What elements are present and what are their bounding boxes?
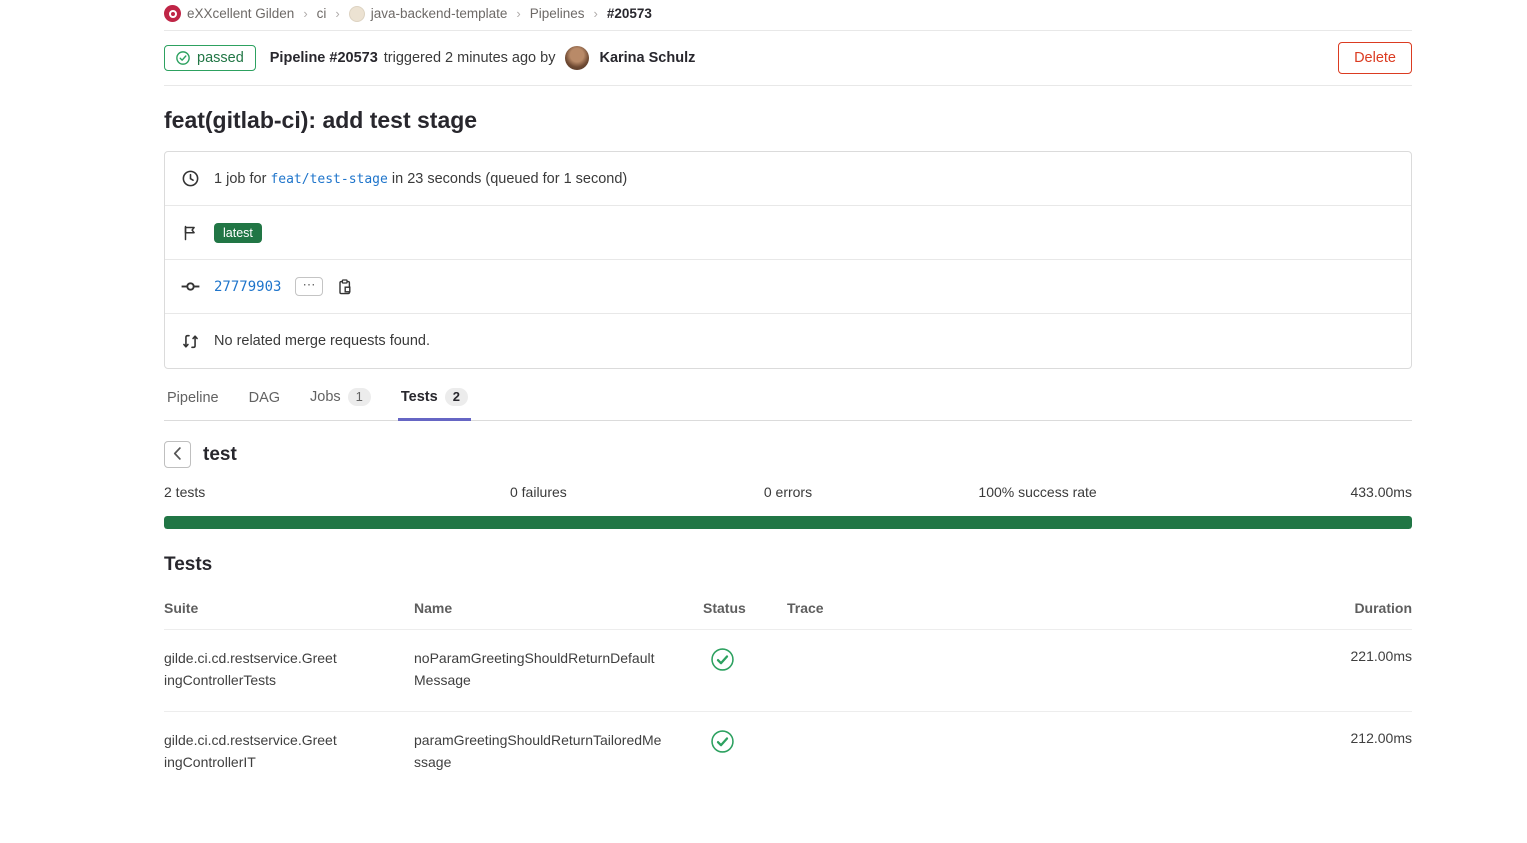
stat-errors: 0 errors	[663, 484, 913, 500]
col-header-trace: Trace	[787, 600, 1282, 616]
success-progress-fill	[164, 516, 1412, 529]
success-progress-bar	[164, 516, 1412, 529]
test-case-name: noParamGreetingShouldReturnDefaultMessag…	[414, 648, 662, 691]
tab-pipeline-label: Pipeline	[167, 390, 219, 406]
back-button[interactable]	[164, 441, 191, 468]
job-summary-text: 1 job for feat/test-stage in 23 seconds …	[214, 171, 627, 187]
commit-row: 27779903 ⋯	[165, 260, 1411, 314]
delete-button[interactable]: Delete	[1338, 42, 1412, 74]
tests-section-heading: Tests	[164, 554, 1412, 576]
pipeline-info-card: 1 job for feat/test-stage in 23 seconds …	[164, 151, 1412, 369]
page-title: feat(gitlab-ci): add test stage	[164, 107, 1412, 134]
test-suite-name: gilde.ci.cd.restservice.GreetingControll…	[164, 648, 339, 691]
test-status-cell	[703, 648, 787, 676]
pipeline-tabs: Pipeline DAG Jobs 1 Tests 2	[164, 380, 1412, 421]
avatar[interactable]	[565, 46, 589, 70]
breadcrumb-project-label: java-backend-template	[371, 6, 508, 21]
test-duration: 221.00ms	[1282, 648, 1412, 664]
tab-jobs[interactable]: Jobs 1	[307, 380, 374, 421]
check-circle-icon	[711, 648, 734, 671]
chevron-right-icon: ›	[303, 6, 307, 21]
chevron-left-icon	[173, 447, 182, 460]
breadcrumb-group[interactable]: eXXcellent Gilden	[164, 5, 294, 22]
test-case-name: paramGreetingShouldReturnTailoredMessage	[414, 730, 662, 773]
status-badge-label: passed	[197, 50, 244, 66]
status-badge[interactable]: passed	[164, 45, 256, 71]
table-row[interactable]: gilde.ci.cd.restservice.GreetingControll…	[164, 630, 1412, 712]
breadcrumb-subgroup-label: ci	[317, 6, 327, 21]
stat-failures: 0 failures	[414, 484, 664, 500]
test-status-cell	[703, 730, 787, 758]
triggered-text: triggered 2 minutes ago by	[384, 50, 556, 66]
project-avatar-icon	[349, 6, 365, 22]
commit-sha-link[interactable]: 27779903	[214, 279, 281, 295]
stat-duration: 433.00ms	[1162, 484, 1412, 500]
test-suite-header: test	[164, 441, 1412, 468]
breadcrumb-pipelines[interactable]: Pipelines	[530, 6, 585, 21]
tab-dag-label: DAG	[249, 390, 280, 406]
merge-request-row: No related merge requests found.	[165, 314, 1411, 368]
breadcrumb-pipeline-id: #20573	[607, 6, 652, 21]
chevron-right-icon: ›	[593, 6, 597, 21]
job-suffix: in 23 seconds (queued for 1 second)	[392, 171, 627, 187]
test-duration: 212.00ms	[1282, 730, 1412, 746]
job-duration-row: 1 job for feat/test-stage in 23 seconds …	[165, 152, 1411, 206]
col-header-suite: Suite	[164, 600, 414, 616]
branch-link[interactable]: feat/test-stage	[270, 172, 387, 187]
latest-badge: latest	[214, 223, 262, 243]
breadcrumb-subgroup[interactable]: ci	[317, 6, 327, 21]
test-suite-name: gilde.ci.cd.restservice.GreetingControll…	[164, 730, 339, 773]
chevron-right-icon: ›	[335, 6, 339, 21]
expand-commit-button[interactable]: ⋯	[295, 277, 323, 296]
tab-tests-label: Tests	[401, 389, 438, 405]
col-header-name: Name	[414, 600, 703, 616]
pipeline-id: Pipeline #20573	[270, 50, 378, 66]
flag-icon	[180, 225, 200, 241]
suite-title: test	[203, 444, 237, 466]
tab-tests[interactable]: Tests 2	[398, 380, 471, 421]
merge-request-arrows-icon	[180, 333, 200, 350]
jobs-count-badge: 1	[348, 388, 371, 406]
commit-icon	[180, 277, 200, 296]
job-prefix: 1 job for	[214, 171, 266, 187]
pipeline-page: eXXcellent Gilden › ci › java-backend-te…	[164, 0, 1412, 794]
check-circle-icon	[711, 730, 734, 753]
pipeline-status-bar: passed Pipeline #20573 triggered 2 minut…	[164, 31, 1412, 86]
pipeline-trigger-info: Pipeline #20573 triggered 2 minutes ago …	[270, 46, 696, 70]
table-row[interactable]: gilde.ci.cd.restservice.GreetingControll…	[164, 712, 1412, 793]
pipeline-flags-row: latest	[165, 206, 1411, 260]
user-name[interactable]: Karina Schulz	[599, 50, 695, 66]
no-merge-requests-text: No related merge requests found.	[214, 333, 430, 349]
tests-count-badge: 2	[445, 388, 468, 406]
copy-sha-button[interactable]	[337, 279, 353, 295]
clock-icon	[180, 170, 200, 187]
breadcrumb-pipelines-label: Pipelines	[530, 6, 585, 21]
stat-total-tests: 2 tests	[164, 484, 414, 500]
tab-jobs-label: Jobs	[310, 389, 341, 405]
group-avatar-icon	[164, 5, 181, 22]
chevron-right-icon: ›	[516, 6, 520, 21]
stat-success-rate: 100% success rate	[913, 484, 1163, 500]
clipboard-icon	[337, 279, 353, 295]
col-header-duration: Duration	[1282, 600, 1412, 616]
suite-stats-row: 2 tests 0 failures 0 errors 100% success…	[164, 484, 1412, 500]
tab-pipeline[interactable]: Pipeline	[164, 382, 222, 421]
tab-dag[interactable]: DAG	[246, 382, 283, 421]
breadcrumb: eXXcellent Gilden › ci › java-backend-te…	[164, 0, 1412, 31]
breadcrumb-group-label: eXXcellent Gilden	[187, 6, 294, 21]
breadcrumb-project[interactable]: java-backend-template	[349, 6, 508, 22]
tests-table: Suite Name Status Trace Duration gilde.c…	[164, 586, 1412, 794]
check-circle-icon	[176, 51, 190, 65]
col-header-status: Status	[703, 600, 787, 616]
table-header-row: Suite Name Status Trace Duration	[164, 586, 1412, 630]
